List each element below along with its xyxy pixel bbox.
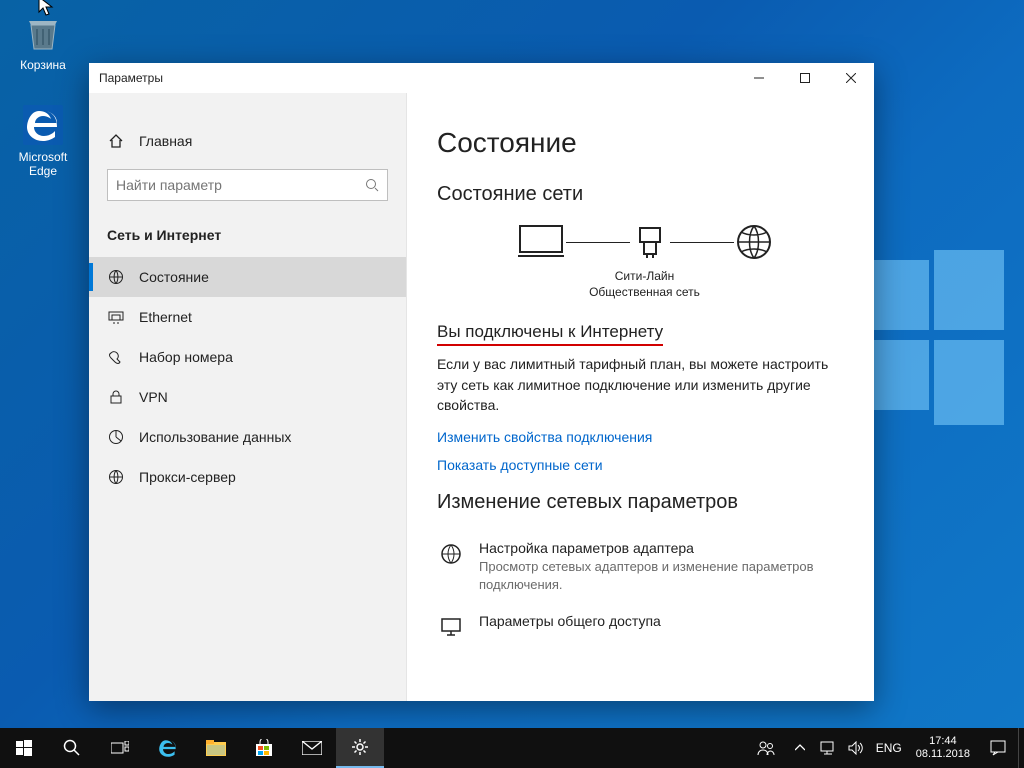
tray-time: 17:44 <box>916 735 970 748</box>
connected-body-text: Если у вас лимитный тарифный план, вы мо… <box>437 354 852 415</box>
show-desktop-button[interactable] <box>1018 728 1024 768</box>
dialup-icon <box>107 348 125 366</box>
router-icon <box>630 222 670 262</box>
desktop-icon-edge[interactable]: Microsoft Edge <box>6 104 80 178</box>
option-adapter-settings[interactable]: Настройка параметров адаптера Просмотр с… <box>437 530 852 603</box>
tray-chevron-up-icon[interactable] <box>792 740 808 756</box>
adapter-icon <box>437 540 465 593</box>
tray-date: 08.11.2018 <box>916 748 970 761</box>
sidebar-item-label: Состояние <box>139 269 209 285</box>
edge-icon <box>22 104 64 146</box>
window-minimize-button[interactable] <box>736 63 782 93</box>
option-title: Параметры общего доступа <box>479 613 661 629</box>
settings-sidebar: Главная Сеть и Интернет Состояние Ethern… <box>89 93 407 701</box>
network-status-heading: Состояние сети <box>437 183 852 206</box>
task-view-button[interactable] <box>96 728 144 768</box>
globe-icon <box>734 222 774 262</box>
sidebar-item-label: Использование данных <box>139 429 291 445</box>
sidebar-item-status[interactable]: Состояние <box>89 257 406 297</box>
tray-network-icon[interactable] <box>820 740 836 756</box>
pc-icon <box>516 222 566 262</box>
network-name: Сити-Лайн <box>437 268 852 284</box>
connected-heading: Вы подключены к Интернету <box>437 322 663 346</box>
sidebar-item-label: Набор номера <box>139 349 233 365</box>
mouse-cursor <box>38 0 54 16</box>
network-diagram-labels: Сити-Лайн Общественная сеть <box>437 268 852 300</box>
network-type: Общественная сеть <box>437 284 852 300</box>
sidebar-search[interactable] <box>107 169 388 201</box>
link-show-available-networks[interactable]: Показать доступные сети <box>437 457 852 473</box>
tray-people[interactable] <box>746 728 786 768</box>
ethernet-icon <box>107 308 125 326</box>
sidebar-item-label: Прокси-сервер <box>139 469 236 485</box>
search-icon <box>365 178 379 192</box>
proxy-icon <box>107 468 125 486</box>
sidebar-category-title: Сеть и Интернет <box>89 205 406 257</box>
recycle-bin-icon <box>22 12 64 54</box>
home-icon <box>107 132 125 150</box>
vpn-icon <box>107 388 125 406</box>
window-close-button[interactable] <box>828 63 874 93</box>
sidebar-home[interactable]: Главная <box>89 121 406 161</box>
taskbar-search-button[interactable] <box>48 728 96 768</box>
search-input[interactable] <box>116 177 365 193</box>
link-change-connection-properties[interactable]: Изменить свойства подключения <box>437 429 852 445</box>
tray-language[interactable]: ENG <box>870 741 908 755</box>
sidebar-item-label: VPN <box>139 389 168 405</box>
change-network-settings-heading: Изменение сетевых параметров <box>437 491 852 514</box>
taskbar-mail[interactable] <box>288 728 336 768</box>
desktop-icon-label: Корзина <box>6 58 80 72</box>
settings-window: Параметры Главная Сеть и Интернет <box>89 63 874 701</box>
tray-volume-icon[interactable] <box>848 740 864 756</box>
option-desc: Просмотр сетевых адаптеров и изменение п… <box>479 558 852 593</box>
taskbar-edge[interactable] <box>144 728 192 768</box>
desktop-icon-recycle-bin[interactable]: Корзина <box>6 12 80 72</box>
settings-main-pane: Состояние Состояние сети Сити-Лайн Общес… <box>407 93 874 701</box>
taskbar-file-explorer[interactable] <box>192 728 240 768</box>
tray-clock[interactable]: 17:44 08.11.2018 <box>908 735 978 760</box>
sidebar-item-dialup[interactable]: Набор номера <box>89 337 406 377</box>
action-center-button[interactable] <box>978 728 1018 768</box>
sidebar-home-label: Главная <box>139 133 192 149</box>
sidebar-item-ethernet[interactable]: Ethernet <box>89 297 406 337</box>
option-sharing-settings[interactable]: Параметры общего доступа <box>437 603 852 649</box>
sidebar-item-vpn[interactable]: VPN <box>89 377 406 417</box>
taskbar-store[interactable] <box>240 728 288 768</box>
datausage-icon <box>107 428 125 446</box>
sidebar-item-label: Ethernet <box>139 309 192 325</box>
desktop-icon-label: Microsoft Edge <box>6 150 80 178</box>
option-title: Настройка параметров адаптера <box>479 540 852 556</box>
sidebar-item-proxy[interactable]: Прокси-сервер <box>89 457 406 497</box>
window-maximize-button[interactable] <box>782 63 828 93</box>
sharing-icon <box>437 613 465 639</box>
window-title: Параметры <box>89 71 736 85</box>
status-icon <box>107 268 125 286</box>
sidebar-item-datausage[interactable]: Использование данных <box>89 417 406 457</box>
window-titlebar[interactable]: Параметры <box>89 63 874 93</box>
taskbar-settings[interactable] <box>336 728 384 768</box>
page-title: Состояние <box>437 127 852 159</box>
start-button[interactable] <box>0 728 48 768</box>
wallpaper-windows-logo <box>854 220 1024 480</box>
taskbar[interactable]: ENG 17:44 08.11.2018 <box>0 728 1024 768</box>
network-diagram <box>437 222 852 262</box>
